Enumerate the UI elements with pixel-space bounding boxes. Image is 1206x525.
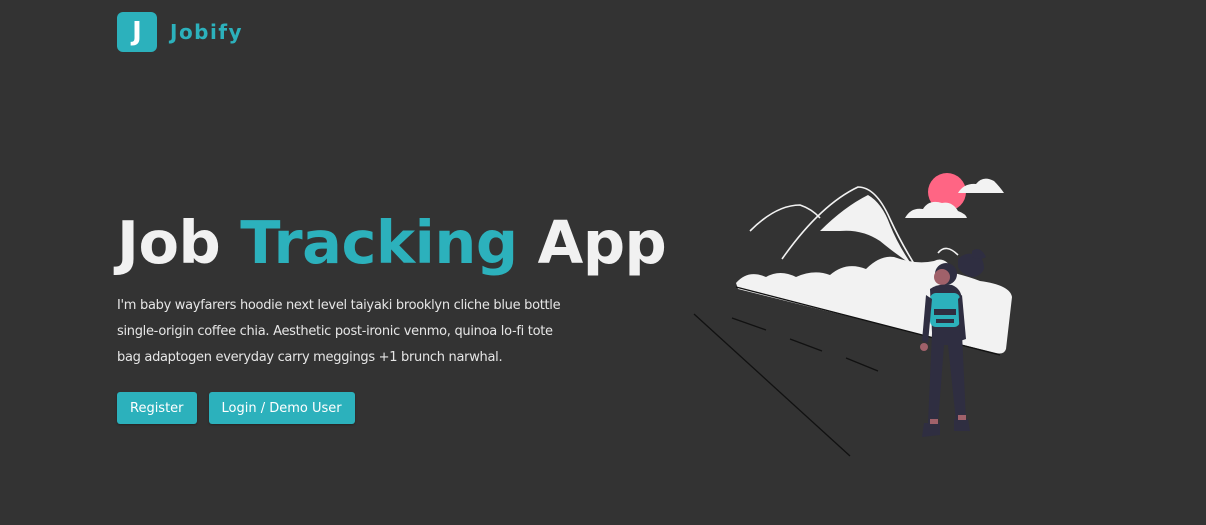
login-demo-button[interactable]: Login / Demo User xyxy=(208,392,355,424)
road-edge-line xyxy=(693,313,851,457)
mountain-outline-left xyxy=(749,204,821,232)
road-dash-1 xyxy=(731,317,767,331)
logo-icon[interactable]: J xyxy=(117,12,157,52)
title-part-2: App xyxy=(517,208,667,277)
hero-description: I'm baby wayfarers hoodie next level tai… xyxy=(117,298,561,365)
road-dash-3 xyxy=(845,357,879,372)
register-button[interactable]: Register xyxy=(117,392,197,424)
title-accent: Tracking xyxy=(240,208,518,277)
title-part-1: Job xyxy=(117,208,241,277)
traveler-illustration xyxy=(693,173,1012,457)
page-title: Job Tracking App xyxy=(117,205,677,281)
mountain-peak xyxy=(820,195,912,265)
hero-buttons: Register Login / Demo User xyxy=(117,392,677,424)
navbar: J Jobify xyxy=(117,12,243,52)
road-dash-2 xyxy=(789,338,823,352)
hero-section: Job Tracking App I'm baby wayfarers hood… xyxy=(117,205,677,424)
brand-name: Jobify xyxy=(170,20,244,44)
mountain-outline-small xyxy=(937,247,959,256)
